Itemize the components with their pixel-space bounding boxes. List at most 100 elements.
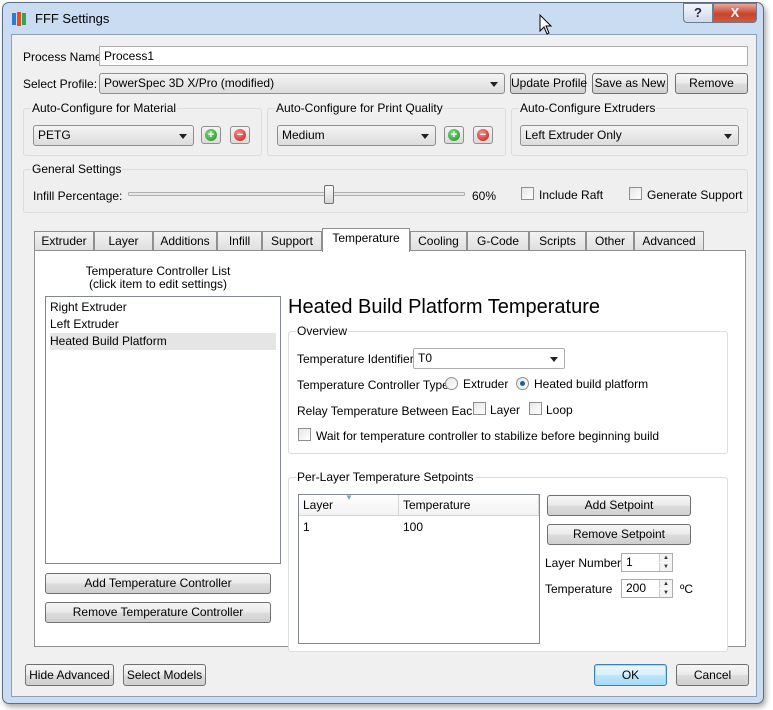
setpoint-temperature-spinbox[interactable]: 200 ▲ ▼ [621, 579, 673, 598]
controller-item-right-extruder[interactable]: Right Extruder [50, 299, 276, 316]
title-bar[interactable]: FFF Settings ? X [3, 3, 763, 35]
remove-material-button[interactable]: − [230, 126, 250, 144]
layer-number-spinbox[interactable]: 1 ▲ ▼ [621, 553, 673, 572]
setpoints-group-title: Per-Layer Temperature Setpoints [296, 470, 475, 484]
material-select-value: PETG [38, 128, 71, 142]
mouse-cursor-icon [539, 14, 553, 35]
infill-slider-handle[interactable] [324, 185, 334, 204]
add-material-button[interactable]: + [201, 126, 221, 144]
type-heated-platform-label: Heated build platform [534, 377, 649, 391]
tab-infill[interactable]: Infill [217, 231, 262, 251]
controller-list-title: Temperature Controller List [85, 264, 231, 278]
dialog-client-area: Process Name: Process1 Select Profile: P… [11, 34, 757, 697]
hide-advanced-button[interactable]: Hide Advanced [25, 664, 114, 686]
setpoints-table[interactable]: Layer ▼ Temperature 1 100 [298, 493, 540, 644]
column-header-layer-label: Layer [303, 498, 334, 512]
generate-support-checkbox[interactable] [629, 187, 642, 200]
controller-type-label: Temperature Controller Type: [297, 378, 453, 392]
setpoint-temperature-label: Temperature [545, 582, 613, 596]
remove-temperature-controller-button[interactable]: Remove Temperature Controller [45, 602, 271, 623]
tab-support[interactable]: Support [262, 231, 322, 251]
setpoint-layer-cell[interactable]: 1 [299, 518, 399, 536]
tab-g-code[interactable]: G-Code [467, 231, 529, 251]
simplify3d-app-icon [12, 12, 26, 26]
spin-down-icon[interactable]: ▼ [659, 589, 672, 597]
include-raft-checkbox[interactable] [521, 187, 534, 200]
setpoint-temperature-cell[interactable]: 100 [399, 518, 539, 536]
material-group-title: Auto-Configure for Material [31, 101, 178, 115]
close-window-button[interactable]: X [713, 3, 757, 23]
infill-slider-track[interactable] [128, 192, 465, 196]
select-models-button[interactable]: Select Models [123, 664, 206, 686]
column-header-temperature[interactable]: Temperature [399, 495, 539, 516]
tab-layer[interactable]: Layer [94, 231, 153, 251]
controller-item-left-extruder[interactable]: Left Extruder [50, 316, 276, 333]
temperature-identifier-value: T0 [418, 351, 433, 365]
layer-number-value: 1 [626, 555, 633, 569]
tab-other[interactable]: Other [586, 231, 634, 251]
layer-number-label: Layer Number [545, 556, 622, 570]
generate-support-label: Generate Support [647, 188, 743, 202]
print-quality-group-title: Auto-Configure for Print Quality [275, 101, 444, 115]
controller-list-hint: (click item to edit settings) [88, 277, 228, 291]
chevron-down-icon [421, 134, 429, 139]
sort-indicator-icon: ▼ [345, 493, 353, 502]
infill-percentage-value: 60% [472, 189, 497, 203]
cancel-button[interactable]: Cancel [676, 664, 749, 686]
chevron-down-icon [490, 82, 498, 87]
extruders-select-value: Left Extruder Only [525, 128, 622, 142]
chevron-down-icon [724, 134, 732, 139]
relay-layer-checkbox[interactable] [473, 402, 486, 415]
spin-down-icon[interactable]: ▼ [659, 563, 672, 571]
wait-stabilize-checkbox[interactable] [298, 428, 311, 441]
extruders-group-title: Auto-Configure Extruders [519, 101, 657, 115]
temperature-identifier-select[interactable]: T0 [413, 348, 565, 369]
plus-icon: + [205, 129, 217, 141]
profile-select[interactable]: PowerSpec 3D X/Pro (modified) [99, 73, 505, 94]
type-extruder-label: Extruder [463, 377, 509, 391]
tab-temperature[interactable]: Temperature [322, 228, 410, 252]
tab-advanced[interactable]: Advanced [634, 231, 704, 251]
extruders-select[interactable]: Left Extruder Only [520, 125, 739, 146]
wait-stabilize-label: Wait for temperature controller to stabi… [316, 429, 660, 443]
controller-listbox[interactable]: Right Extruder Left Extruder Heated Buil… [45, 296, 281, 564]
add-quality-button[interactable]: + [444, 126, 464, 144]
material-select[interactable]: PETG [33, 125, 194, 146]
setpoint-temperature-value: 200 [626, 581, 647, 595]
page-title: Heated Build Platform Temperature [288, 296, 601, 318]
relay-loop-checkbox[interactable] [529, 402, 542, 415]
add-setpoint-button[interactable]: Add Setpoint [547, 495, 691, 516]
chevron-down-icon [550, 357, 558, 362]
ok-button[interactable]: OK [594, 664, 667, 686]
temperature-identifier-label: Temperature Identifier [297, 352, 414, 366]
controller-item-heated-build-platform[interactable]: Heated Build Platform [50, 333, 276, 350]
column-header-layer[interactable]: Layer ▼ [299, 493, 399, 516]
select-profile-label: Select Profile: [23, 77, 98, 91]
tab-cooling[interactable]: Cooling [410, 231, 467, 251]
add-temperature-controller-button[interactable]: Add Temperature Controller [45, 573, 271, 594]
process-name-label: Process Name: [23, 50, 106, 64]
update-profile-button[interactable]: Update Profile [510, 73, 587, 94]
tab-extruder[interactable]: Extruder [34, 231, 94, 251]
plus-icon: + [448, 129, 460, 141]
print-quality-select[interactable]: Medium [277, 125, 436, 146]
infill-percentage-label: Infill Percentage: [33, 189, 123, 203]
tab-scripts[interactable]: Scripts [529, 231, 586, 251]
help-button[interactable]: ? [683, 3, 713, 23]
minus-icon: − [477, 129, 489, 141]
spin-up-icon[interactable]: ▲ [659, 580, 672, 588]
remove-quality-button[interactable]: − [473, 126, 493, 144]
save-as-new-button[interactable]: Save as New [592, 73, 668, 94]
type-heated-platform-radio[interactable] [516, 377, 529, 390]
temperature-tab-pane: Temperature Controller List (click item … [34, 250, 746, 652]
type-extruder-radio[interactable] [445, 377, 458, 390]
process-name-input[interactable]: Process1 [99, 46, 748, 66]
include-raft-label: Include Raft [539, 188, 604, 202]
window-title: FFF Settings [35, 11, 110, 26]
remove-setpoint-button[interactable]: Remove Setpoint [547, 524, 691, 545]
settings-tab-bar: Extruder Layer Additions Infill Support … [34, 228, 746, 252]
tab-additions[interactable]: Additions [153, 231, 217, 251]
minus-icon: − [234, 129, 246, 141]
spin-up-icon[interactable]: ▲ [659, 554, 672, 562]
remove-profile-button[interactable]: Remove [675, 73, 748, 94]
